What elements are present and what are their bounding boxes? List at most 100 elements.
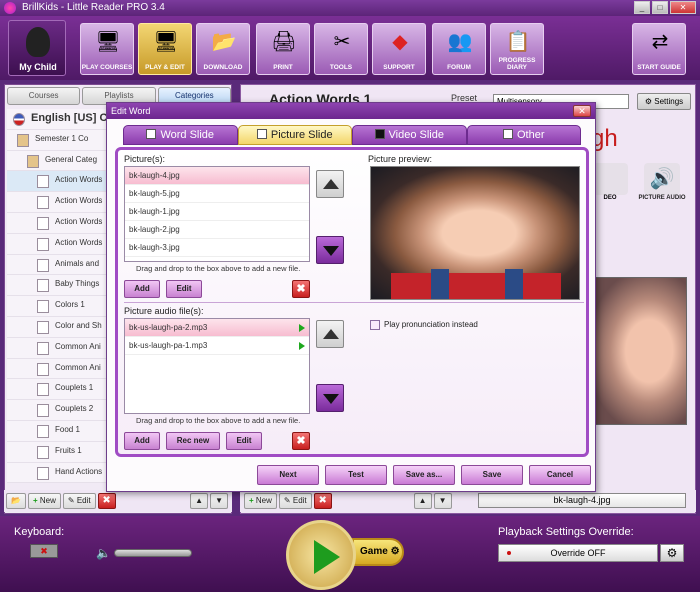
delete-word-button[interactable]: ✖ xyxy=(313,493,332,509)
category-icon xyxy=(37,341,49,355)
move-up-button[interactable]: ▲ xyxy=(190,493,209,509)
word-down-button[interactable]: ▼ xyxy=(433,493,452,509)
minimize-button[interactable]: _ xyxy=(634,1,650,14)
section-divider xyxy=(124,302,584,303)
preview-label: Picture preview: xyxy=(368,154,433,164)
print-button[interactable]: 🖨 PRINT xyxy=(256,23,310,75)
progress-diary-button[interactable]: 📋 PROGRESS DIARY xyxy=(490,23,544,75)
playback-override-label: Playback Settings Override: xyxy=(498,526,634,538)
override-toggle[interactable]: Override OFF xyxy=(498,544,658,562)
volume-icon: 🔈 xyxy=(96,546,111,560)
pictures-list[interactable]: bk-laugh-4.jpg bk-laugh-5.jpg bk-laugh-1.j… xyxy=(124,166,310,262)
play-pronunciation-checkbox[interactable] xyxy=(370,320,380,330)
tab-video-slide[interactable]: Video Slide xyxy=(352,125,467,145)
picture-list-item[interactable]: bk-laugh-3.jpg xyxy=(125,239,309,257)
play-pronunciation-label: Play pronunciation instead xyxy=(384,320,478,329)
arrow-down-icon xyxy=(323,394,339,404)
category-icon xyxy=(37,216,49,230)
folder-button[interactable]: 📂 xyxy=(6,493,26,509)
download-button[interactable]: 📂 DOWNLOAD xyxy=(196,23,250,75)
picture-move-up-button[interactable] xyxy=(316,170,344,198)
volume-slider[interactable] xyxy=(114,549,192,557)
tab-label: Other xyxy=(516,129,545,141)
left-bottom-bar: 📂 + New ✎ Edit ✖ ▲ ▼ xyxy=(4,490,232,512)
arrow-up-icon xyxy=(323,329,339,339)
picture-list-item[interactable]: bk-laugh-2.jpg xyxy=(125,221,309,239)
picture-audio-button[interactable]: 🔊 PICTURE AUDIO xyxy=(637,163,687,211)
audio-list-item[interactable]: bk-us-laugh-pa-2.mp3 xyxy=(125,319,309,337)
play-audio-icon[interactable] xyxy=(299,324,305,332)
record-new-audio-button[interactable]: Rec new xyxy=(166,432,220,450)
play-edit-button[interactable]: 🖥 PLAY & EDIT xyxy=(138,23,192,75)
tab-courses[interactable]: Courses xyxy=(7,87,81,105)
tab-word-slide[interactable]: Word Slide xyxy=(123,125,238,145)
delete-audio-button[interactable]: ✖ xyxy=(292,432,310,450)
picture-audio-label: PICTURE AUDIO xyxy=(638,195,686,201)
test-button[interactable]: Test xyxy=(325,465,387,485)
tree-item-label: General Categ xyxy=(45,154,98,164)
edit-category-button[interactable]: ✎ Edit xyxy=(62,493,96,509)
audio-list[interactable]: bk-us-laugh-pa-2.mp3 bk-us-laugh-pa-1.mp3 xyxy=(124,318,310,414)
category-icon xyxy=(37,466,49,480)
tab-other[interactable]: Other xyxy=(466,125,581,145)
picture-list-item[interactable]: bk-laugh-1.jpg xyxy=(125,203,309,221)
picture-move-down-button[interactable] xyxy=(316,236,344,264)
edit-picture-button[interactable]: Edit xyxy=(166,280,202,298)
add-audio-button[interactable]: Add xyxy=(124,432,160,450)
picture-list-item[interactable]: bk-laugh-4.jpg xyxy=(125,167,309,185)
word-up-button[interactable]: ▲ xyxy=(413,493,432,509)
tools-button[interactable]: ✂ TOOLS xyxy=(314,23,368,75)
close-window-button[interactable]: ✕ xyxy=(670,1,696,14)
other-icon xyxy=(502,129,513,139)
new-category-button[interactable]: + New xyxy=(27,493,61,509)
edit-word-dialog: Edit Word ✕ Word Slide Picture Slide Vid… xyxy=(106,102,596,492)
toolbar-label: PROGRESS DIARY xyxy=(498,57,536,71)
tree-item-label: Action Words xyxy=(55,175,103,185)
play-button[interactable] xyxy=(286,520,356,590)
save-as-button[interactable]: Save as... xyxy=(393,465,455,485)
audio-list-item[interactable]: bk-us-laugh-pa-1.mp3 xyxy=(125,337,309,355)
word-slide-icon xyxy=(146,129,157,139)
start-guide-button[interactable]: ⇄ START GUIDE xyxy=(632,23,686,75)
pictures-label: Picture(s): xyxy=(124,154,166,164)
tab-picture-slide[interactable]: Picture Slide xyxy=(237,125,352,145)
audio-label: Picture audio file(s): xyxy=(124,306,204,316)
my-child-button[interactable]: My Child xyxy=(8,20,66,76)
game-button[interactable]: Game ⚙ xyxy=(352,538,404,566)
dialog-close-button[interactable]: ✕ xyxy=(573,105,591,117)
delete-category-button[interactable]: ✖ xyxy=(97,493,116,509)
edit-word-button[interactable]: ✎ Edit xyxy=(278,493,312,509)
play-audio-icon[interactable] xyxy=(299,342,305,350)
support-button[interactable]: ◆ SUPPORT xyxy=(372,23,426,75)
toolbar-label: SUPPORT xyxy=(383,64,415,71)
edit-label: Edit xyxy=(76,496,91,505)
override-settings-gear-icon[interactable]: ⚙ xyxy=(660,544,684,562)
move-down-button[interactable]: ▼ xyxy=(210,493,228,509)
play-courses-button[interactable]: 🖥 PLAY COURSES xyxy=(80,23,134,75)
edit-audio-button[interactable]: Edit xyxy=(226,432,262,450)
add-picture-button[interactable]: Add xyxy=(124,280,160,298)
tree-item-label: Color and Sh xyxy=(55,320,102,330)
delete-picture-button[interactable]: ✖ xyxy=(292,280,310,298)
category-icon xyxy=(37,404,49,418)
audio-move-down-button[interactable] xyxy=(316,384,344,412)
audio-move-up-button[interactable] xyxy=(316,320,344,348)
keyboard-disabled-icon[interactable]: ✖ xyxy=(30,544,58,558)
tree-item-label: English [US] C xyxy=(31,112,108,124)
forum-button[interactable]: 👥 FORUM xyxy=(432,23,486,75)
folder-download-icon: 📂 xyxy=(211,30,237,53)
picture-list-item[interactable]: bk-laugh-5.jpg xyxy=(125,185,309,203)
category-icon xyxy=(37,279,49,293)
maximize-button[interactable]: □ xyxy=(652,1,668,14)
save-button[interactable]: Save xyxy=(461,465,523,485)
toolbar-label: TOOLS xyxy=(329,64,353,71)
settings-button[interactable]: ⚙ Settings xyxy=(637,93,691,110)
new-word-button[interactable]: + New xyxy=(244,493,277,509)
help-diamond-icon: ◆ xyxy=(392,30,408,53)
printer-icon: 🖨 xyxy=(271,30,297,53)
cancel-button[interactable]: Cancel xyxy=(529,465,591,485)
arrow-up-icon xyxy=(323,179,339,189)
toolbar-label: DOWNLOAD xyxy=(203,64,243,71)
tree-item-label: Common Ani xyxy=(55,341,101,351)
next-button[interactable]: Next xyxy=(257,465,319,485)
